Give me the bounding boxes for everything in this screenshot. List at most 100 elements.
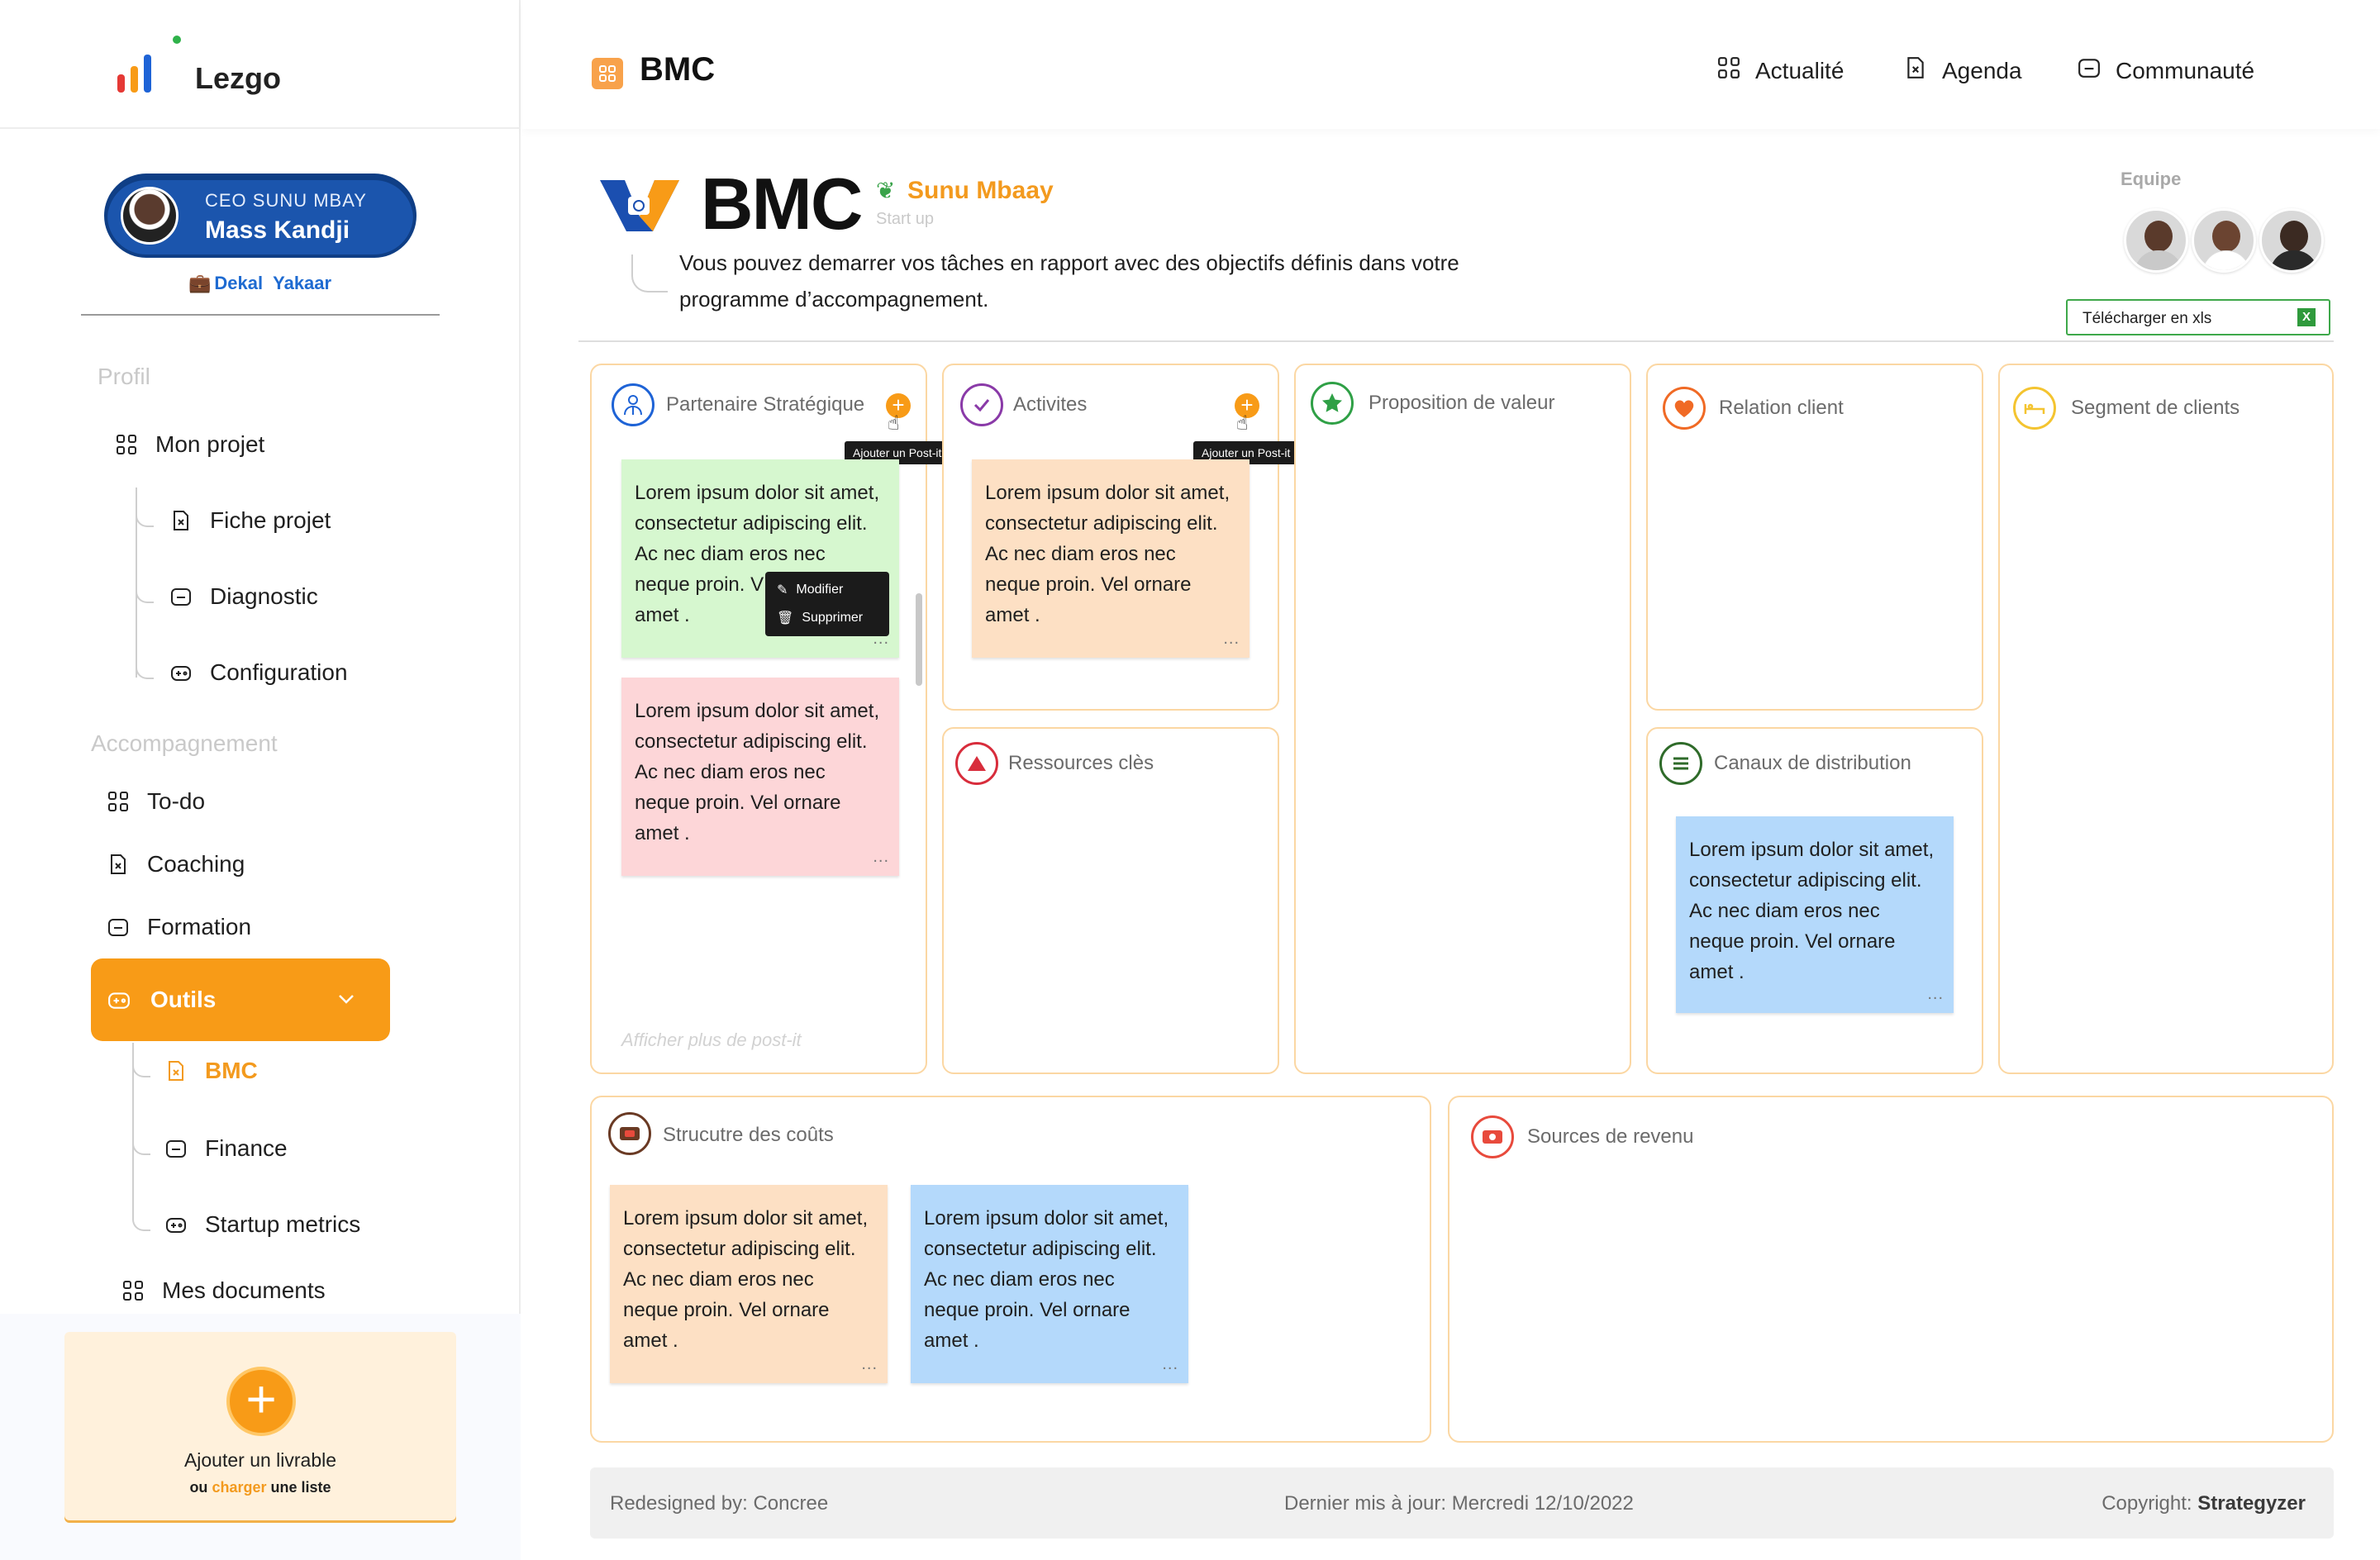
grid-icon: [116, 434, 137, 455]
context-menu: ✎ Modifier 🗑 Supprimer: [765, 572, 889, 636]
sidebar-item-mes-documents[interactable]: Mes documents: [122, 1277, 326, 1304]
menu-label: Modifier: [796, 583, 844, 597]
postit-note[interactable]: Lorem ipsum dolor sit amet, consectetur …: [911, 1185, 1188, 1383]
block-title: Strucutre des coûts: [663, 1124, 834, 1146]
tree-branch: [631, 254, 668, 292]
team-label: Equipe: [2121, 169, 2182, 189]
startup-name[interactable]: ❦ Sunu Mbaay: [876, 177, 1054, 205]
scrollbar[interactable]: [916, 593, 922, 686]
copyright-brand[interactable]: Strategyzer: [2197, 1492, 2306, 1515]
tree-branch: [136, 587, 154, 603]
sidebar-item-mon-projet[interactable]: Mon projet: [116, 431, 264, 458]
bmc-logo-icon: [600, 180, 679, 231]
folder-icon: [170, 586, 192, 607]
team-avatar[interactable]: [2259, 208, 2324, 273]
tree-branch: [132, 1061, 150, 1077]
download-xls-button[interactable]: Télécharger en xls X: [2066, 299, 2330, 335]
show-more-link[interactable]: Afficher plus de post-it: [621, 1030, 802, 1051]
divider: [578, 340, 2334, 342]
sidebar-item-startup-metrics[interactable]: Startup metrics: [165, 1211, 360, 1238]
nav-label: Actualité: [1755, 57, 1844, 83]
briefcase-icon: 💼: [188, 273, 212, 293]
block-title: Partenaire Stratégique: [666, 393, 865, 416]
sidebar-item-label: Diagnostic: [210, 583, 318, 609]
app-name[interactable]: Lezgo: [195, 61, 281, 96]
startup-type: Start up: [876, 210, 935, 228]
company-name-1: Dekal: [214, 273, 264, 293]
sidebar-item-configuration[interactable]: Configuration: [170, 659, 348, 686]
gamepad-icon: [107, 988, 131, 1017]
user-card[interactable]: CEO SUNU MBAY Mass Kandji: [107, 177, 413, 254]
sidebar-item-outils[interactable]: Outils: [91, 958, 390, 1041]
nav-actualite[interactable]: Actualité: [1717, 56, 1844, 85]
add-deliverable-subtitle: ou charger une liste: [64, 1479, 456, 1496]
note-text: Lorem ipsum dolor sit amet, consectetur …: [623, 1207, 869, 1352]
block-title: Relation client: [1719, 397, 1844, 419]
plus-icon[interactable]: +: [226, 1367, 296, 1436]
sidebar-item-label: To-do: [147, 788, 206, 814]
block-sources-de-revenu: Sources de revenu: [1448, 1096, 2334, 1443]
add-deliverable-card[interactable]: + Ajouter un livrable ou charger une lis…: [64, 1332, 456, 1520]
tree-branch: [132, 1215, 150, 1231]
postit-note[interactable]: Lorem ipsum dolor sit amet, consectetur …: [621, 678, 899, 876]
more-options-icon[interactable]: ...: [861, 1349, 878, 1380]
cash-icon: [1471, 1115, 1514, 1158]
document-icon: [170, 510, 192, 531]
team-avatar[interactable]: [2124, 208, 2188, 273]
check-icon: [960, 383, 1003, 426]
sidebar-item-finance[interactable]: Finance: [165, 1135, 288, 1162]
menu-item-supprimer[interactable]: 🗑 Supprimer: [777, 610, 863, 626]
startup-name-text: Sunu Mbaay: [907, 177, 1054, 204]
company-name-2: Yakaar: [273, 273, 332, 293]
folder-icon: [2078, 56, 2101, 85]
nav-communaute[interactable]: Communauté: [2078, 56, 2254, 85]
team-avatar[interactable]: [2192, 208, 2256, 273]
sidebar-item-coaching[interactable]: Coaching: [107, 851, 245, 878]
block-title: Sources de revenu: [1527, 1125, 1694, 1148]
sidebar-item-label: Configuration: [210, 659, 348, 685]
more-options-icon[interactable]: ...: [1927, 979, 1944, 1010]
footer-credit: Redesigned by: Concree: [610, 1492, 829, 1515]
postit-note[interactable]: Lorem ipsum dolor sit amet, consectetur …: [1676, 816, 1954, 1013]
upload-list-link[interactable]: charger: [212, 1479, 266, 1496]
avatar-head: [2212, 221, 2240, 252]
block-title: Ressources clès: [1008, 752, 1154, 774]
heart-icon: [1663, 387, 1706, 430]
note-text: Lorem ipsum dolor sit amet, consectetur …: [635, 700, 880, 844]
pointer-hand-icon: ☝: [1236, 412, 1249, 435]
page-description: Vous pouvez demarrer vos tâches en rappo…: [679, 250, 1459, 312]
more-options-icon[interactable]: ...: [1162, 1349, 1178, 1380]
avatar-head: [2280, 221, 2308, 252]
folder-icon: [165, 1138, 187, 1159]
sidebar-item-todo[interactable]: To-do: [107, 788, 205, 815]
more-options-icon[interactable]: ...: [1223, 624, 1240, 654]
nav-agenda[interactable]: Agenda: [1904, 56, 2022, 85]
nav-label: Communauté: [2116, 57, 2255, 83]
star-icon: [1311, 382, 1354, 425]
more-options-icon[interactable]: ...: [873, 842, 889, 873]
menu-item-modifier[interactable]: ✎ Modifier: [777, 582, 843, 598]
sidebar-item-bmc[interactable]: BMC: [165, 1058, 258, 1084]
wallet-icon: [608, 1112, 651, 1155]
trash-icon: 🗑: [777, 611, 794, 625]
sidebar-item-fiche-projet[interactable]: Fiche projet: [170, 507, 331, 534]
postit-note[interactable]: Lorem ipsum dolor sit amet, consectetur …: [610, 1185, 888, 1383]
sidebar-item-label: Finance: [205, 1135, 288, 1161]
document-icon: [165, 1060, 187, 1082]
user-company[interactable]: 💼 Dekal Yakaar: [188, 273, 331, 294]
footer: Redesigned by: Concree Dernier mis à jou…: [590, 1467, 2334, 1539]
sidebar-item-label: Coaching: [147, 851, 245, 877]
tree-branch: [132, 1139, 150, 1155]
pointer-hand-icon: ☝: [888, 412, 900, 435]
sidebar: Lezgo CEO SUNU MBAY Mass Kandji 💼 Dekal Ya…: [0, 0, 521, 1560]
gamepad-icon: [165, 1214, 187, 1235]
avatar-body: [2202, 250, 2250, 270]
download-label: Télécharger en xls: [2082, 310, 2212, 327]
postit-note[interactable]: Lorem ipsum dolor sit amet, consectetur …: [972, 459, 1250, 658]
divider: [81, 314, 440, 316]
sidebar-item-formation[interactable]: Formation: [107, 914, 251, 940]
grid-icon: [1717, 56, 1740, 85]
footer-last-update: Dernier mis à jour: Mercredi 12/10/2022: [1284, 1492, 1634, 1515]
document-icon: [1904, 56, 1927, 85]
sidebar-item-diagnostic[interactable]: Diagnostic: [170, 583, 318, 610]
